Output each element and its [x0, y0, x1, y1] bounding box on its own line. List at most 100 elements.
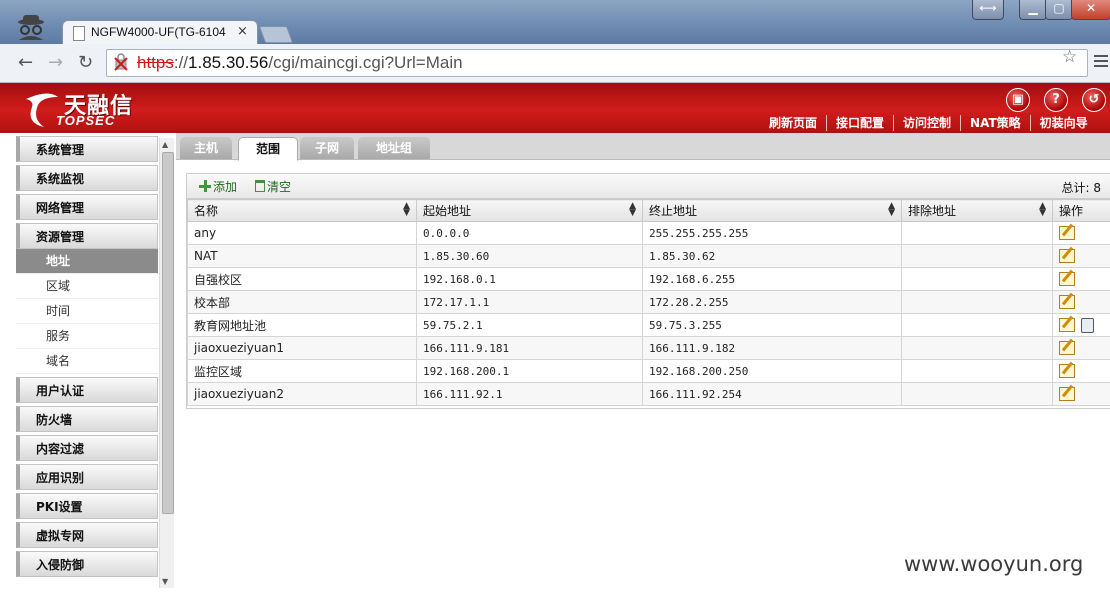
cell-name: 自强校区 — [187, 267, 417, 291]
sort-icon[interactable]: ▲ ▼ — [1039, 202, 1046, 218]
col-name-label: 名称 — [194, 204, 219, 218]
scroll-up-icon[interactable]: ▲ — [162, 140, 168, 149]
edit-icon[interactable] — [1059, 226, 1075, 240]
sidebar-cat-pki[interactable]: PKI设置 — [16, 493, 158, 519]
sidebar-cat-monitor[interactable]: 系统监视 — [16, 165, 158, 191]
edit-icon[interactable] — [1059, 249, 1075, 263]
cell-exclude-address — [901, 221, 1053, 245]
table-row[interactable]: any 0.0.0.0 255.255.255.255 — [187, 221, 1110, 245]
header-link-interface[interactable]: 接口配置 — [826, 115, 893, 131]
bookmark-star-icon[interactable]: ☆ — [1062, 47, 1077, 67]
url-scheme: https — [137, 53, 174, 72]
url-text: https://1.85.30.56/cgi/maincgi.cgi?Url=M… — [137, 53, 463, 73]
sidebar-cat-ips[interactable]: 入侵防御 — [16, 551, 158, 577]
table-row[interactable]: NAT 1.85.30.60 1.85.30.62 — [187, 244, 1110, 268]
cell-exclude-address — [901, 290, 1053, 314]
sidebar-cat-content-filter[interactable]: 内容过滤 — [16, 435, 158, 461]
address-bar[interactable]: https://1.85.30.56/cgi/maincgi.cgi?Url=M… — [106, 49, 1088, 77]
edit-icon[interactable] — [1059, 387, 1075, 401]
cell-end-address: 166.111.9.182 — [642, 336, 902, 360]
menu-icon[interactable] — [1094, 55, 1108, 70]
add-button[interactable]: 添加 — [199, 178, 237, 195]
cell-start-address: 0.0.0.0 — [416, 221, 643, 245]
total-count: 总计: 8 — [1061, 181, 1102, 195]
forward-icon[interactable]: → — [48, 52, 63, 73]
tab-range[interactable]: 范围 — [238, 137, 298, 161]
tab-subnet[interactable]: 子网 — [300, 137, 354, 159]
cell-start-address: 59.75.2.1 — [416, 313, 643, 337]
help-icon[interactable]: ? — [1044, 88, 1068, 112]
minimize-button[interactable]: ▁ — [1019, 0, 1047, 20]
sidebar-cat-resource[interactable]: 资源管理 — [16, 223, 158, 249]
browser-toolbar: ← → ↻ https://1.85.30.56/cgi/maincgi.cgi… — [0, 44, 1110, 83]
resize-icon[interactable]: ⟷ — [972, 0, 1004, 20]
clear-label: 清空 — [267, 180, 292, 194]
header-link-refresh[interactable]: 刷新页面 — [760, 115, 826, 131]
cell-end-address: 255.255.255.255 — [642, 221, 902, 245]
header-link-nat[interactable]: NAT策略 — [960, 115, 1030, 131]
watermark: www.wooyun.org — [904, 552, 1084, 576]
cell-actions — [1052, 267, 1110, 291]
header-link-access-control[interactable]: 访问控制 — [893, 115, 960, 131]
sort-icon[interactable]: ▲ ▼ — [403, 202, 410, 218]
scrollbar-thumb[interactable] — [162, 152, 174, 514]
table-row[interactable]: 教育网地址池 59.75.2.1 59.75.3.255 — [187, 313, 1110, 337]
table-row[interactable]: jiaoxueziyuan1 166.111.9.181 166.111.9.182 — [187, 336, 1110, 360]
cell-exclude-address — [901, 336, 1053, 360]
range-panel: 添加 清空 总计: 8 名称 ▲ ▼ 起始地址 ▲ ▼ 终止地址 ▲ ▼ 排除地址 ▲ ▼ 操作… — [186, 173, 1110, 409]
logout-icon[interactable]: ↺ — [1082, 88, 1106, 112]
col-end[interactable]: 终止地址 ▲ ▼ — [642, 199, 902, 222]
header-link-wizard[interactable]: 初装向导 — [1029, 115, 1097, 131]
sidebar-cat-app-identify[interactable]: 应用识别 — [16, 464, 158, 490]
col-start[interactable]: 起始地址 ▲ ▼ — [416, 199, 643, 222]
tab-host[interactable]: 主机 — [180, 137, 232, 159]
col-actions: 操作 — [1052, 199, 1110, 222]
cell-end-address: 192.168.200.250 — [642, 359, 902, 383]
sidebar-cat-vpn[interactable]: 虚拟专网 — [16, 522, 158, 548]
main-content: 主机 范围 子网 地址组 添加 清空 总计: 8 名称 ▲ ▼ 起始地址 ▲ ▼ 终止地… — [176, 133, 1110, 592]
sidebar-cat-firewall[interactable]: 防火墙 — [16, 406, 158, 432]
sort-icon[interactable]: ▲ ▼ — [888, 202, 895, 218]
cell-name: any — [187, 221, 417, 245]
sidebar-item-zone[interactable]: 区域 — [16, 274, 158, 299]
sidebar-item-time[interactable]: 时间 — [16, 299, 158, 324]
edit-icon[interactable] — [1059, 272, 1075, 286]
edit-icon[interactable] — [1059, 295, 1075, 309]
sidebar-cat-user-auth[interactable]: 用户认证 — [16, 377, 158, 403]
tab-address-group[interactable]: 地址组 — [358, 137, 430, 159]
save-icon[interactable]: ▣ — [1006, 88, 1030, 112]
panel-toolbar: 添加 清空 总计: 8 — [187, 174, 1110, 199]
maximize-button[interactable]: ▢ — [1045, 0, 1073, 20]
clear-button[interactable]: 清空 — [255, 178, 291, 195]
table-row[interactable]: jiaoxueziyuan2 166.111.92.1 166.111.92.254 — [187, 382, 1110, 406]
cell-actions — [1052, 359, 1110, 383]
edit-icon[interactable] — [1059, 364, 1075, 378]
scroll-down-icon[interactable]: ▼ — [162, 577, 168, 586]
new-tab-button[interactable] — [258, 26, 294, 43]
browser-tab[interactable]: NGFW4000-UF(TG-6104 × — [62, 20, 258, 45]
edit-icon[interactable] — [1059, 341, 1075, 355]
delete-icon[interactable] — [1081, 317, 1094, 333]
col-exclude[interactable]: 排除地址 ▲ ▼ — [901, 199, 1053, 222]
sidebar-cat-system[interactable]: 系统管理 — [16, 136, 158, 162]
sidebar-item-address[interactable]: 地址 — [16, 249, 158, 274]
tab-title: NGFW4000-UF(TG-6104 — [91, 25, 226, 39]
sidebar-item-service[interactable]: 服务 — [16, 324, 158, 349]
col-name[interactable]: 名称 ▲ ▼ — [187, 199, 417, 222]
tab-close-icon[interactable]: × — [237, 24, 248, 39]
sidebar-scrollbar[interactable]: ▲ ▼ — [159, 138, 174, 588]
back-icon[interactable]: ← — [18, 52, 33, 73]
insecure-lock-icon — [114, 53, 128, 71]
cell-end-address: 166.111.92.254 — [642, 382, 902, 406]
table-header-row: 名称 ▲ ▼ 起始地址 ▲ ▼ 终止地址 ▲ ▼ 排除地址 ▲ ▼ 操作 — [187, 199, 1110, 222]
sort-icon[interactable]: ▲ ▼ — [629, 202, 636, 218]
close-window-button[interactable]: ✕ — [1071, 0, 1110, 20]
edit-icon[interactable] — [1059, 318, 1075, 332]
table-row[interactable]: 自强校区 192.168.0.1 192.168.6.255 — [187, 267, 1110, 291]
reload-icon[interactable]: ↻ — [78, 52, 93, 73]
sidebar-cat-network[interactable]: 网络管理 — [16, 194, 158, 220]
sidebar-item-domain[interactable]: 域名 — [16, 349, 158, 374]
table-row[interactable]: 校本部 172.17.1.1 172.28.2.255 — [187, 290, 1110, 314]
trash-icon — [255, 180, 265, 192]
table-row[interactable]: 监控区域 192.168.200.1 192.168.200.250 — [187, 359, 1110, 383]
